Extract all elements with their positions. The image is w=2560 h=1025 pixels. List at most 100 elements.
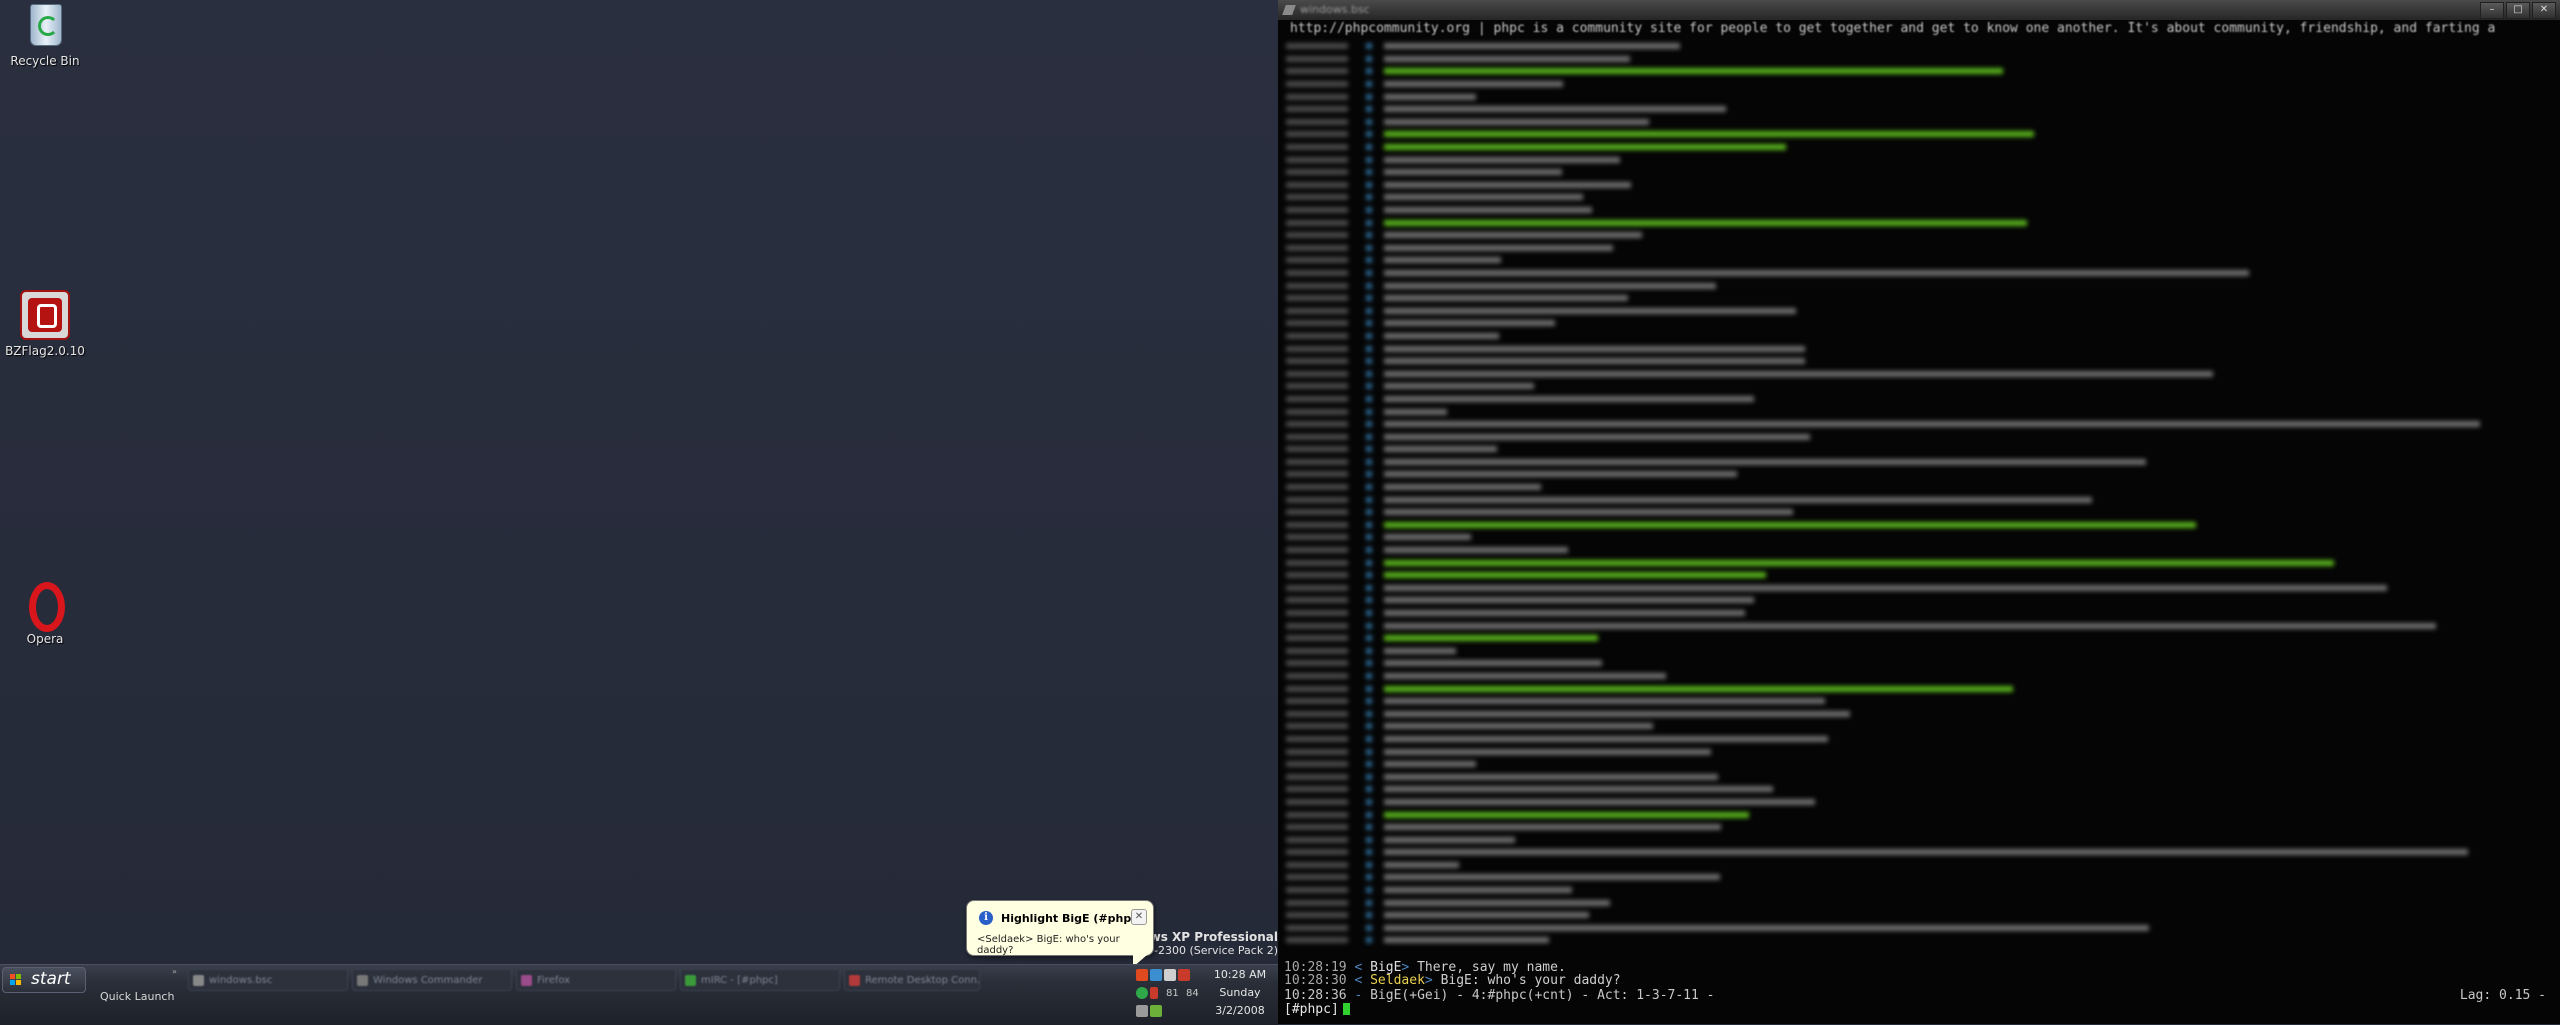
blurred-chat-line bbox=[1286, 53, 2546, 66]
close-button[interactable]: ✕ bbox=[2532, 2, 2556, 19]
blurred-chat-line bbox=[1286, 783, 2546, 796]
volume-tray-icon[interactable] bbox=[1150, 987, 1158, 999]
clock-time: 10:28 AM bbox=[1213, 968, 1267, 981]
blurred-chat-line bbox=[1286, 582, 2546, 595]
channel-topic: http://phpcommunity.org | phpc is a comm… bbox=[1290, 21, 2496, 36]
blurred-chat-line bbox=[1286, 556, 2546, 569]
tray-icon[interactable] bbox=[1136, 1005, 1148, 1017]
blurred-chat-line bbox=[1286, 896, 2546, 909]
blurred-chat-line bbox=[1286, 544, 2546, 557]
taskbar-button[interactable]: Firefox bbox=[516, 969, 676, 991]
bzflag-icon bbox=[20, 290, 70, 340]
terminal-icon bbox=[193, 975, 204, 986]
blurred-chat-line bbox=[1286, 443, 2546, 456]
blurred-chat-line bbox=[1286, 279, 2546, 292]
blurred-chat-line bbox=[1286, 569, 2546, 582]
clock-date: 3/2/2008 bbox=[1215, 1004, 1265, 1017]
update-tray-icon[interactable] bbox=[1136, 987, 1148, 999]
blurred-chat-line bbox=[1286, 707, 2546, 720]
start-button[interactable]: start bbox=[2, 967, 86, 993]
blurred-chat-line bbox=[1286, 153, 2546, 166]
blurred-chat-line bbox=[1286, 342, 2546, 355]
opera-desktop-icon[interactable]: Opera bbox=[0, 578, 90, 646]
blurred-chat-line bbox=[1286, 481, 2546, 494]
security-tray-icon[interactable] bbox=[1178, 969, 1190, 981]
recycle-bin-label: Recycle Bin bbox=[10, 54, 80, 68]
blurred-chat-line bbox=[1286, 645, 2546, 658]
clock[interactable]: 10:28 AM Sunday 3/2/2008 bbox=[1202, 965, 1278, 1019]
recycle-bin-desktop-icon[interactable]: Recycle Bin bbox=[0, 0, 90, 68]
status-info: BigE(+Gei) - 4:#phpc(+cnt) - Act: 1-3-7-… bbox=[1370, 988, 1715, 1003]
terminal-app-icon bbox=[1282, 5, 1296, 15]
blurred-chat-line bbox=[1286, 216, 2546, 229]
balloon-message: <Seldaek> BigE: who's your daddy? bbox=[977, 934, 1120, 956]
taskbar-button[interactable]: mIRC - [#phpc] bbox=[680, 969, 840, 991]
blurred-chat-line bbox=[1286, 695, 2546, 708]
blurred-chat-line bbox=[1286, 330, 2546, 343]
blurred-chat-line bbox=[1286, 418, 2546, 431]
flame-tray-icon[interactable] bbox=[1136, 969, 1148, 981]
blurred-chat-line bbox=[1286, 116, 2546, 129]
quick-launch-toolbar[interactable]: Quick Launch bbox=[100, 990, 174, 1003]
chat-message: BigE: who's your daddy? bbox=[1440, 973, 1621, 988]
minimize-button[interactable]: – bbox=[2480, 2, 2504, 19]
blurred-chat-line bbox=[1286, 128, 2546, 141]
taskbar-button[interactable]: Remote Desktop Conn... bbox=[844, 969, 980, 991]
blurred-chat-line bbox=[1286, 90, 2546, 103]
blurred-chat-line bbox=[1286, 821, 2546, 834]
taskbar: start Quick Launch » windows.bsc Windows… bbox=[0, 964, 1278, 1025]
blurred-chat-line bbox=[1286, 367, 2546, 380]
blurred-chat-line bbox=[1286, 292, 2546, 305]
blurred-chat-line bbox=[1286, 166, 2546, 179]
blurred-chat-line bbox=[1286, 355, 2546, 368]
blurred-chat-line bbox=[1286, 317, 2546, 330]
input-line[interactable]: [#phpc] bbox=[1284, 1003, 1350, 1017]
browser-icon bbox=[521, 975, 532, 986]
info-icon: i bbox=[979, 911, 993, 925]
terminal-title-bar[interactable]: windows.bsc – □ ✕ bbox=[1278, 0, 2560, 20]
blurred-chat-line bbox=[1286, 40, 2546, 53]
chat-log: 10:28:19 < BigE> There, say my name. 10:… bbox=[1278, 961, 2560, 987]
maximize-button[interactable]: □ bbox=[2506, 2, 2530, 19]
notification-balloon[interactable]: i Highlight BigE (#phpc) ✕ <Seldaek> Big… bbox=[966, 900, 1154, 967]
windows-logo-icon bbox=[10, 974, 22, 986]
terminal-title: windows.bsc bbox=[1300, 3, 1370, 16]
opera-label: Opera bbox=[26, 632, 64, 646]
status-bar: 10:28:36 - BigE(+Gei) - 4:#phpc(+cnt) - … bbox=[1284, 988, 2546, 1003]
blurred-chat-line bbox=[1286, 191, 2546, 204]
blurred-chat-line bbox=[1286, 808, 2546, 821]
desktop: Recycle Bin BZFlag2.0.10 Opera indows XP… bbox=[0, 0, 1278, 964]
network-tray-icon[interactable] bbox=[1150, 969, 1162, 981]
balloon-close-button[interactable]: ✕ bbox=[1131, 909, 1147, 925]
blurred-chat-line bbox=[1286, 846, 2546, 859]
blurred-chat-line bbox=[1286, 758, 2546, 771]
monitor-tray-icon[interactable] bbox=[1164, 969, 1176, 981]
blurred-chat-line bbox=[1286, 922, 2546, 935]
quick-launch-expand-icon[interactable]: » bbox=[172, 967, 177, 976]
taskbar-button[interactable]: Windows Commander bbox=[352, 969, 512, 991]
blurred-chat-line bbox=[1286, 103, 2546, 116]
blurred-chat-line bbox=[1286, 859, 2546, 872]
blurred-chat-line bbox=[1286, 380, 2546, 393]
file-manager-icon bbox=[357, 975, 368, 986]
blurred-chat-line bbox=[1286, 229, 2546, 242]
tray-value-1: 81 bbox=[1166, 988, 1179, 999]
chat-scrollback-blurred bbox=[1286, 40, 2546, 954]
blurred-chat-line bbox=[1286, 141, 2546, 154]
blurred-chat-line bbox=[1286, 733, 2546, 746]
status-lag: Lag: 0.15 - bbox=[2459, 988, 2546, 1003]
status-time: 10:28:36 bbox=[1284, 988, 1347, 1003]
irc-terminal-window[interactable]: windows.bsc – □ ✕ http://phpcommunity.or… bbox=[1278, 0, 2560, 1024]
blurred-chat-line bbox=[1286, 833, 2546, 846]
remote-desktop-icon bbox=[849, 975, 860, 986]
blurred-chat-line bbox=[1286, 594, 2546, 607]
blurred-chat-line bbox=[1286, 204, 2546, 217]
tray-icon[interactable] bbox=[1150, 1005, 1162, 1017]
blurred-chat-line bbox=[1286, 682, 2546, 695]
blurred-chat-line bbox=[1286, 720, 2546, 733]
opera-icon bbox=[20, 578, 70, 632]
taskbar-button[interactable]: windows.bsc bbox=[188, 969, 348, 991]
blurred-chat-line bbox=[1286, 770, 2546, 783]
bzflag-desktop-icon[interactable]: BZFlag2.0.10 bbox=[0, 290, 90, 358]
blurred-chat-line bbox=[1286, 519, 2546, 532]
